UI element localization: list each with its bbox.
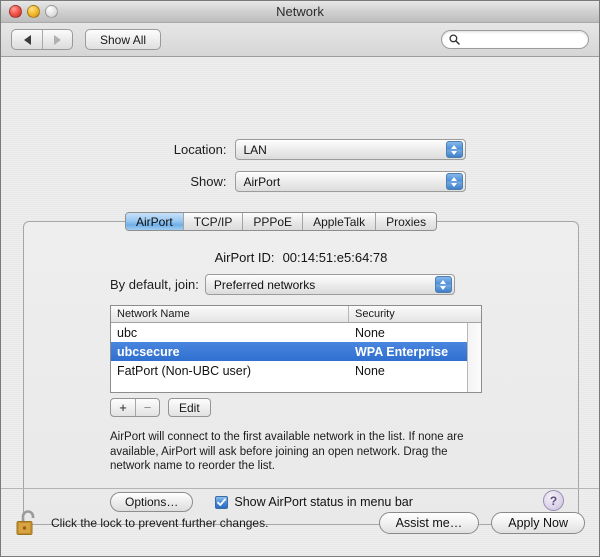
search-input[interactable] <box>464 34 581 46</box>
navigation-buttons <box>11 29 73 50</box>
show-value: AirPort <box>244 175 281 189</box>
default-join-label: By default, join: <box>110 277 199 292</box>
add-network-button[interactable]: + <box>111 399 135 416</box>
tab-proxies[interactable]: Proxies <box>376 213 436 230</box>
airport-help-text: AirPort will connect to the first availa… <box>110 430 486 474</box>
location-row: Location: LAN <box>1 139 599 160</box>
edit-network-button[interactable]: Edit <box>168 398 211 417</box>
network-preferences-window: Network Show All Location: LAN <box>0 0 600 557</box>
forward-button[interactable] <box>42 30 72 49</box>
network-list-body: ubc None ubcsecure WPA Enterprise FatPor… <box>111 323 481 392</box>
location-stepper-icon[interactable] <box>446 141 463 158</box>
toolbar: Show All <box>1 23 599 57</box>
network-list-controls: + − Edit <box>110 398 211 417</box>
tab-airport[interactable]: AirPort <box>126 213 184 230</box>
table-row[interactable]: FatPort (Non-UBC user) None <box>111 361 481 380</box>
location-dropdown[interactable]: LAN <box>235 139 466 160</box>
column-header-security[interactable]: Security <box>349 306 481 322</box>
cell-network-name: ubc <box>111 326 349 340</box>
title-bar: Network <box>1 1 599 23</box>
remove-network-button[interactable]: − <box>135 399 159 416</box>
apply-now-button[interactable]: Apply Now <box>491 512 585 534</box>
lock-message: Click the lock to prevent further change… <box>51 516 268 530</box>
location-label: Location: <box>135 142 227 157</box>
add-remove-segment: + − <box>110 398 160 417</box>
tab-bar: AirPort TCP/IP PPPoE AppleTalk Proxies <box>125 212 437 231</box>
default-join-value: Preferred networks <box>214 278 315 292</box>
search-icon <box>449 34 460 45</box>
bottom-bar: Click the lock to prevent further change… <box>1 488 599 556</box>
show-label: Show: <box>135 174 227 189</box>
default-join-stepper-icon[interactable] <box>435 276 452 293</box>
content-area: Location: LAN Show: AirPort AirPort ID: 0… <box>1 57 599 556</box>
network-list-header: Network Name Security <box>111 306 481 323</box>
assist-me-button[interactable]: Assist me… <box>379 512 480 534</box>
cell-security: None <box>349 326 481 340</box>
show-row: Show: AirPort <box>1 171 599 192</box>
tab-tcpip[interactable]: TCP/IP <box>184 213 244 230</box>
cell-security: WPA Enterprise <box>349 345 481 359</box>
default-join-dropdown[interactable]: Preferred networks <box>205 274 455 295</box>
network-list[interactable]: Network Name Security ubc None ubcsecure… <box>110 305 482 393</box>
back-arrow-icon <box>24 35 31 45</box>
show-all-button[interactable]: Show All <box>85 29 161 50</box>
cell-security: None <box>349 364 481 378</box>
back-button[interactable] <box>12 30 42 49</box>
location-value: LAN <box>244 143 267 157</box>
bottom-buttons: Assist me… Apply Now <box>379 512 585 534</box>
show-dropdown[interactable]: AirPort <box>235 171 466 192</box>
tab-panel: AirPort ID: 00:14:51:e5:64:78 By default,… <box>23 221 579 525</box>
airport-id-row: AirPort ID: 00:14:51:e5:64:78 <box>24 250 578 265</box>
table-row[interactable]: ubcsecure WPA Enterprise <box>111 342 481 361</box>
show-stepper-icon[interactable] <box>446 173 463 190</box>
unlocked-padlock-icon <box>15 508 41 538</box>
network-list-scrollbar[interactable] <box>467 323 481 392</box>
forward-arrow-icon <box>54 35 61 45</box>
column-header-network-name[interactable]: Network Name <box>111 306 349 322</box>
cell-network-name: ubcsecure <box>111 345 349 359</box>
airport-id-label: AirPort ID: <box>215 250 275 265</box>
cell-network-name: FatPort (Non-UBC user) <box>111 364 349 378</box>
lock-area[interactable]: Click the lock to prevent further change… <box>15 508 268 538</box>
window-title: Network <box>1 4 599 19</box>
table-row[interactable]: ubc None <box>111 323 481 342</box>
default-join-row: By default, join: Preferred networks <box>110 274 455 295</box>
tab-pppoe[interactable]: PPPoE <box>243 213 303 230</box>
tab-appletalk[interactable]: AppleTalk <box>303 213 376 230</box>
search-field[interactable] <box>441 30 589 49</box>
airport-id-value: 00:14:51:e5:64:78 <box>283 250 388 265</box>
